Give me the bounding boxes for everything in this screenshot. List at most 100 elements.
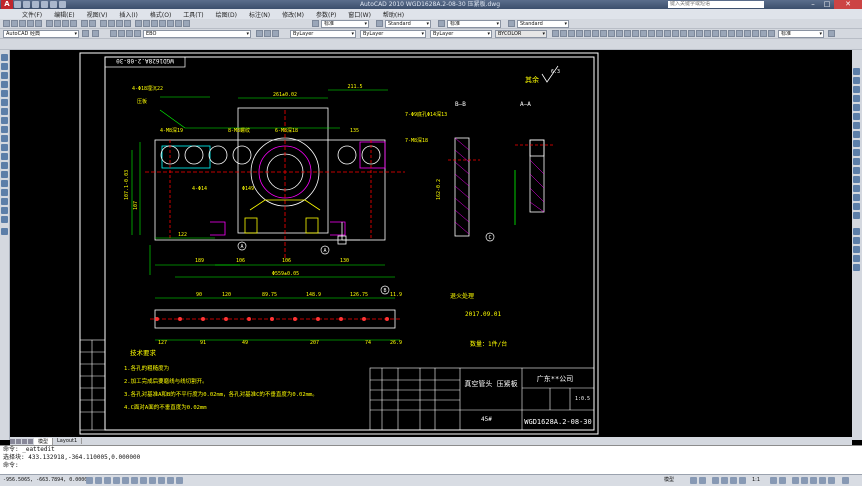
scale-icon[interactable] bbox=[853, 131, 860, 138]
modify-icon-5[interactable] bbox=[744, 30, 751, 37]
model-space-canvas[interactable]: WGD1628A.2-08-30 其余 6.3 261±0.02 211.5 1… bbox=[10, 50, 852, 437]
markup-icon[interactable] bbox=[167, 20, 174, 27]
dim-arc-icon[interactable] bbox=[568, 30, 575, 37]
annotation-visibility-icon[interactable] bbox=[770, 477, 777, 484]
workspace-select[interactable]: AutoCAD 经典 bbox=[3, 30, 79, 38]
stretch-icon[interactable] bbox=[853, 140, 860, 147]
zoom-status-icon[interactable] bbox=[721, 477, 728, 484]
copy-object-icon[interactable] bbox=[853, 77, 860, 84]
menu-insert[interactable]: 插入(I) bbox=[119, 10, 137, 19]
multiline-text-icon[interactable] bbox=[1, 216, 8, 223]
quick-properties-icon[interactable] bbox=[167, 477, 174, 484]
object-snap-status-icon[interactable] bbox=[122, 477, 129, 484]
region-icon[interactable] bbox=[1, 198, 8, 205]
jogged-linear-icon[interactable] bbox=[680, 30, 687, 37]
revision-cloud-icon[interactable] bbox=[1, 117, 8, 124]
help-search-input[interactable]: 键入关键字或短语 bbox=[668, 1, 764, 8]
selection-cycling-icon[interactable] bbox=[176, 477, 183, 484]
snap-center-icon[interactable] bbox=[853, 264, 860, 271]
spline-icon[interactable] bbox=[1, 126, 8, 133]
plot-style-select[interactable]: BYCOLOR bbox=[495, 30, 547, 38]
undo-icon[interactable] bbox=[41, 1, 48, 8]
help-icon[interactable] bbox=[183, 20, 190, 27]
tab-layout1[interactable]: Layout1 bbox=[53, 438, 83, 444]
polyline-icon[interactable] bbox=[1, 72, 8, 79]
pan-icon[interactable] bbox=[100, 20, 107, 27]
hardware-acceleration-icon[interactable] bbox=[810, 477, 817, 484]
text-style-select[interactable]: 标准 bbox=[321, 20, 369, 28]
redo-icon[interactable] bbox=[89, 20, 96, 27]
save-icon[interactable] bbox=[19, 20, 26, 27]
maximize-icon[interactable]: □ bbox=[820, 0, 834, 9]
menu-help[interactable]: 帮助(H) bbox=[383, 10, 404, 19]
menu-edit[interactable]: 编辑(E) bbox=[54, 10, 74, 19]
center-mark-icon[interactable] bbox=[664, 30, 671, 37]
object-snap-icon[interactable] bbox=[853, 228, 860, 235]
layer-select[interactable]: EBO bbox=[143, 30, 251, 38]
inspection-icon[interactable] bbox=[672, 30, 679, 37]
dim-jogged-icon[interactable] bbox=[592, 30, 599, 37]
snap-midpoint-icon[interactable] bbox=[853, 246, 860, 253]
layer-state-icon[interactable] bbox=[272, 30, 279, 37]
dim-update-icon[interactable] bbox=[704, 30, 711, 37]
tool-palettes-icon[interactable] bbox=[151, 20, 158, 27]
dim-baseline-icon[interactable] bbox=[624, 30, 631, 37]
copy-icon[interactable] bbox=[54, 20, 61, 27]
workspace-switching-icon[interactable] bbox=[792, 477, 799, 484]
match-properties-icon[interactable] bbox=[70, 20, 77, 27]
dim-space-icon[interactable] bbox=[640, 30, 647, 37]
erase-icon[interactable] bbox=[853, 68, 860, 75]
isolate-objects-icon[interactable] bbox=[819, 477, 826, 484]
rectangle-icon[interactable] bbox=[1, 90, 8, 97]
dim-style-select[interactable]: Standard bbox=[385, 20, 431, 28]
zoom-previous-icon[interactable] bbox=[124, 20, 131, 27]
array-icon[interactable] bbox=[853, 104, 860, 111]
chamfer-icon[interactable] bbox=[853, 194, 860, 201]
point-icon[interactable] bbox=[1, 171, 8, 178]
polygon-icon[interactable] bbox=[1, 81, 8, 88]
design-center-icon[interactable] bbox=[143, 20, 150, 27]
modify-icon-1[interactable] bbox=[712, 30, 719, 37]
save-icon[interactable] bbox=[32, 1, 39, 8]
menu-window[interactable]: 窗口(W) bbox=[348, 10, 371, 19]
modify-icon-7[interactable] bbox=[760, 30, 767, 37]
move-icon[interactable] bbox=[853, 113, 860, 120]
modify-icon-6[interactable] bbox=[752, 30, 759, 37]
menu-format[interactable]: 格式(O) bbox=[150, 10, 171, 19]
auto-scale-icon[interactable] bbox=[779, 477, 786, 484]
paste-icon[interactable] bbox=[62, 20, 69, 27]
open-icon[interactable] bbox=[11, 20, 18, 27]
application-menu-button[interactable]: A bbox=[1, 0, 13, 9]
mirror-icon[interactable] bbox=[853, 86, 860, 93]
ortho-mode-icon[interactable] bbox=[104, 477, 111, 484]
steering-wheel-icon[interactable] bbox=[730, 477, 737, 484]
tab-model[interactable]: 模型 bbox=[34, 437, 54, 445]
menu-dimension[interactable]: 标注(N) bbox=[249, 10, 270, 19]
lineweight-icon[interactable] bbox=[158, 477, 165, 484]
hatch-icon[interactable] bbox=[1, 180, 8, 187]
table-icon[interactable] bbox=[1, 207, 8, 214]
modify-icon-4[interactable] bbox=[736, 30, 743, 37]
dim-style-manager-icon[interactable] bbox=[828, 30, 835, 37]
dim-style-right-select[interactable]: 标准 bbox=[778, 30, 824, 38]
model-space-label[interactable]: 模型 bbox=[664, 476, 674, 485]
clean-screen-icon[interactable] bbox=[842, 477, 849, 484]
layer-previous-icon[interactable] bbox=[264, 30, 271, 37]
trim-icon[interactable] bbox=[853, 149, 860, 156]
quick-view-drawings-icon[interactable] bbox=[699, 477, 706, 484]
quick-view-layouts-icon[interactable] bbox=[690, 477, 697, 484]
menu-file[interactable]: 文件(F) bbox=[22, 10, 42, 19]
quickcalc-icon[interactable] bbox=[175, 20, 182, 27]
dim-linear-icon[interactable] bbox=[552, 30, 559, 37]
cut-icon[interactable] bbox=[46, 20, 53, 27]
object-snap-tracking-icon[interactable] bbox=[131, 477, 138, 484]
polar-tracking-icon[interactable] bbox=[113, 477, 120, 484]
last-tab-icon[interactable] bbox=[28, 438, 33, 444]
line-icon[interactable] bbox=[1, 54, 8, 61]
gradient-icon[interactable] bbox=[1, 189, 8, 196]
menu-draw[interactable]: 绘图(D) bbox=[216, 10, 237, 19]
linetype-select[interactable]: ByLayer bbox=[360, 30, 426, 38]
redo-icon[interactable] bbox=[50, 1, 57, 8]
plot-icon[interactable] bbox=[27, 20, 34, 27]
sheet-set-icon[interactable] bbox=[159, 20, 166, 27]
